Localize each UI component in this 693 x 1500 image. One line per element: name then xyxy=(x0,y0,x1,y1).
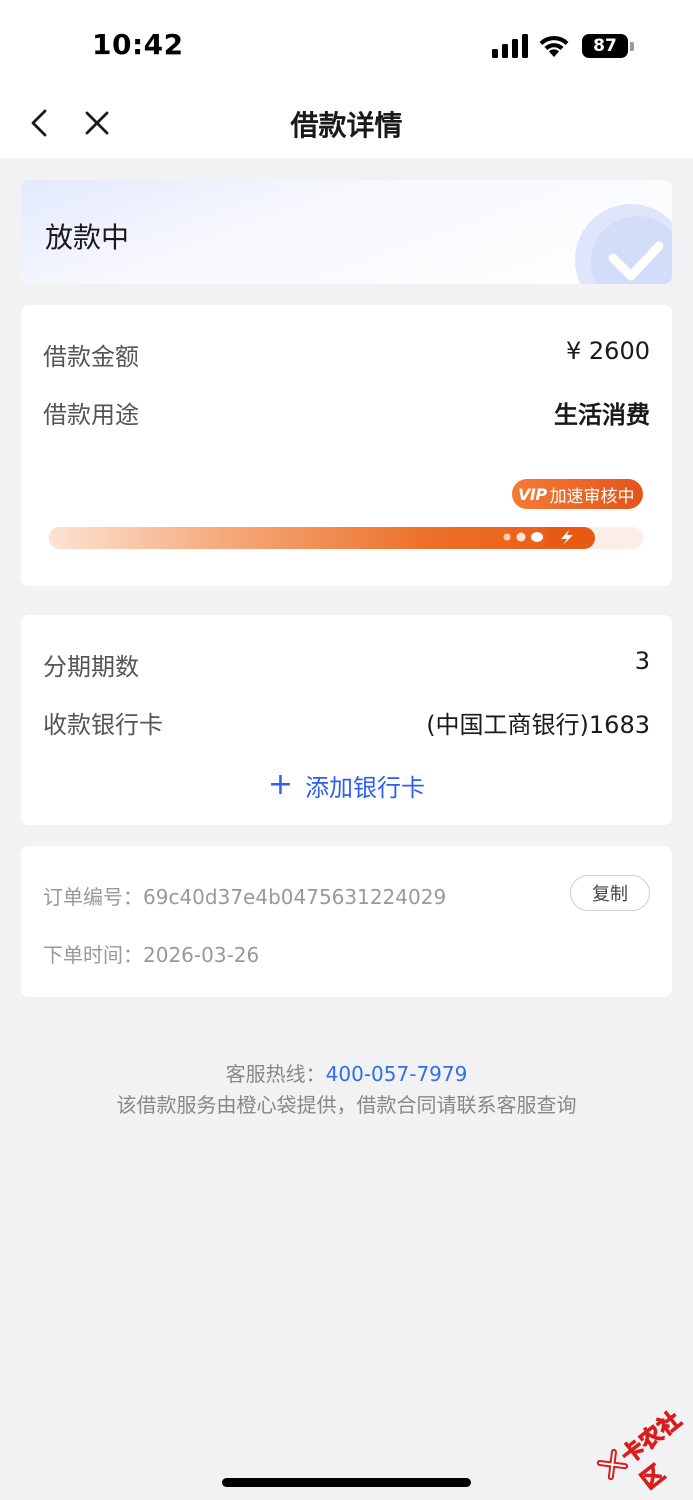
status-time: 10:42 xyxy=(92,28,184,61)
battery-level: 87 xyxy=(582,34,628,58)
watermark-text: 卡农社区 xyxy=(617,1406,688,1495)
hotline-number-link[interactable]: 400-057-7979 xyxy=(326,1062,468,1086)
loan-purpose-label: 借款用途 xyxy=(43,401,139,429)
loan-amount-value: ¥ 2600 xyxy=(566,337,650,365)
vip-review-badge: VIP 加速审核中 xyxy=(512,479,643,509)
hotline-line: 客服热线：400-057-7979 xyxy=(0,1058,693,1087)
hotline-label: 客服热线： xyxy=(225,1062,326,1086)
order-number-label: 订单编号： xyxy=(43,885,143,909)
installment-card: 分期期数 3 收款银行卡 (中国工商银行)1683 + 添加银行卡 xyxy=(21,615,672,825)
periods-label: 分期期数 xyxy=(43,653,139,681)
loan-purpose-value: 生活消费 xyxy=(554,401,650,429)
add-bank-card-button[interactable]: + 添加银行卡 xyxy=(21,765,672,805)
order-info-card: 订单编号：69c40d37e4b0475631224029 复制 下单时间：20… xyxy=(21,846,672,997)
back-chevron-icon[interactable] xyxy=(24,104,56,142)
rocket-icon xyxy=(503,527,594,547)
home-indicator xyxy=(222,1478,471,1487)
loan-info-card: 借款金额 ¥ 2600 借款用途 生活消费 VIP 加速审核中 xyxy=(21,305,672,586)
periods-value: 3 xyxy=(634,647,650,675)
battery-icon: 87 xyxy=(582,34,634,58)
bank-card-label: 收款银行卡 xyxy=(43,711,163,739)
vip-badge-text: 加速审核中 xyxy=(549,486,635,507)
check-circle-icon xyxy=(575,204,672,284)
order-time-label: 下单时间： xyxy=(43,943,143,967)
bank-card-value: (中国工商银行)1683 xyxy=(426,711,650,739)
loan-status-text: 放款中 xyxy=(45,221,130,254)
copy-button[interactable]: 复制 xyxy=(570,875,650,911)
order-number-line: 订单编号：69c40d37e4b0475631224029 xyxy=(43,881,446,910)
order-number-value: 69c40d37e4b0475631224029 xyxy=(143,885,447,909)
loan-amount-label: 借款金额 xyxy=(43,343,139,371)
close-icon[interactable] xyxy=(80,106,114,140)
order-time-line: 下单时间：2026-03-26 xyxy=(43,939,259,968)
cellular-signal-icon xyxy=(492,34,528,58)
add-bank-card-label: 添加银行卡 xyxy=(305,773,426,802)
vip-badge-mark: VIP xyxy=(518,484,547,504)
order-time-value: 2026-03-26 xyxy=(143,943,260,967)
watermark: 卡农社区 xyxy=(581,1386,693,1500)
battery-cap xyxy=(630,42,634,51)
plus-icon: + xyxy=(267,767,294,802)
service-notice: 该借款服务由橙心袋提供，借款合同请联系客服查询 xyxy=(116,1093,577,1117)
wifi-icon xyxy=(539,35,569,57)
loan-status-card: 放款中 xyxy=(21,180,672,284)
top-bar: 10:42 87 借款详情 xyxy=(0,0,693,158)
